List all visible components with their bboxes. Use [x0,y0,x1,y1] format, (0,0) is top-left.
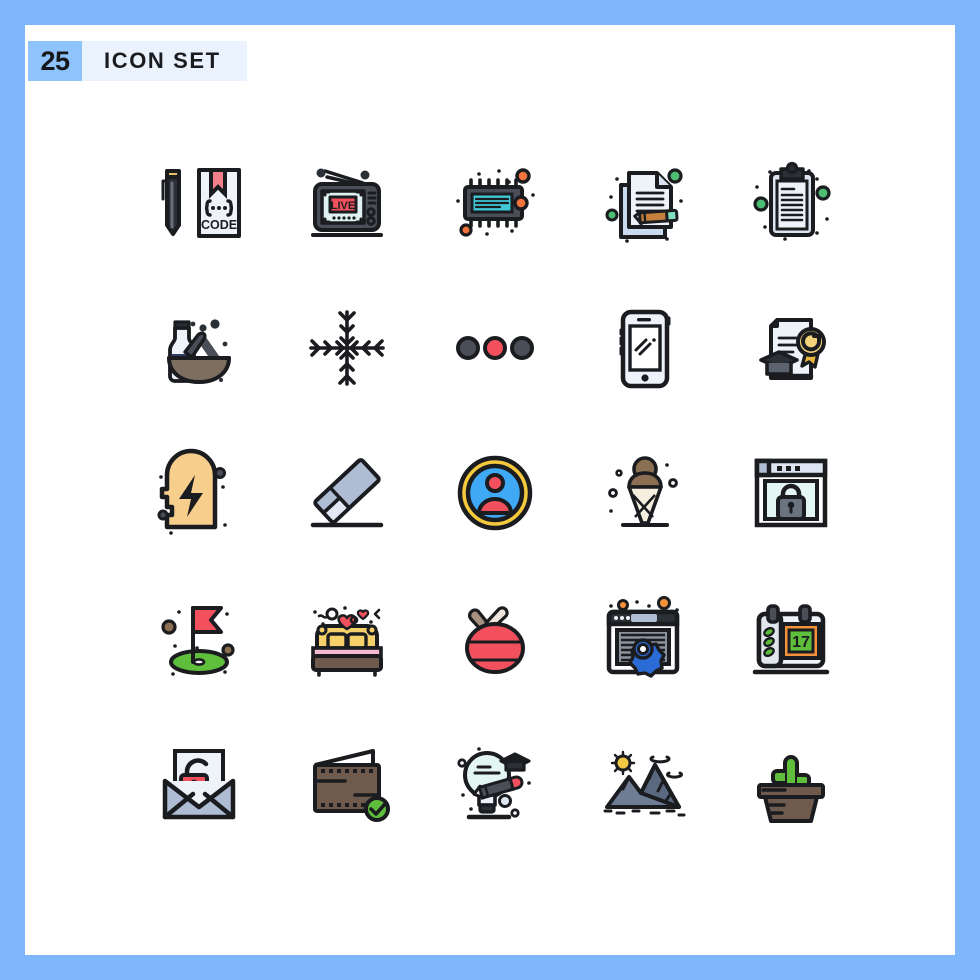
poster-header: 25 ICON SET [28,41,247,81]
icon-cell-table-tennis[interactable] [421,565,569,710]
icon-cell-mountains[interactable] [569,710,717,855]
icon-cell-live-tv[interactable]: LIVE [273,130,421,275]
icon-cell-double-bed[interactable] [273,565,421,710]
icon-cell-eraser[interactable] [273,420,421,565]
icon-cell-diploma[interactable] [717,275,865,420]
icon-cell-browser-settings[interactable] [569,565,717,710]
icon-cell-golf-flag[interactable] [125,565,273,710]
icon-cell-wallet-check[interactable] [273,710,421,855]
icon-grid: CODE LIVE 17 [125,130,865,855]
page-title: ICON SET [104,48,221,73]
icon-cell-cactus-pot[interactable] [717,710,865,855]
icon-cell-idea-education[interactable] [421,710,569,855]
poster-canvas: 25 ICON SET CODE LIVE 17 [25,25,955,955]
svg-text:CODE: CODE [201,218,237,232]
icon-cell-microchip[interactable] [421,130,569,275]
icon-count-badge: 25 [28,41,82,81]
icon-cell-browser-lock[interactable] [717,420,865,565]
icon-cell-document-edit[interactable] [569,130,717,275]
icon-cell-snowflake[interactable] [273,275,421,420]
svg-text:LIVE: LIVE [331,200,355,212]
icon-set-poster: 25 ICON SET CODE LIVE 17 [0,0,980,980]
icon-cell-ice-cream[interactable] [569,420,717,565]
icon-cell-smartphone[interactable] [569,275,717,420]
icon-cell-calendar[interactable]: 17 [717,565,865,710]
icon-cell-user-avatar[interactable] [421,420,569,565]
icon-cell-idea-head[interactable] [125,420,273,565]
calendar-date-label: 17 [792,634,810,651]
icon-cell-code-document[interactable]: CODE [125,130,273,275]
icon-cell-traffic-dots[interactable] [421,275,569,420]
icon-cell-mortar-pestle[interactable] [125,275,273,420]
icon-cell-clipboard[interactable] [717,130,865,275]
icon-cell-mail-unlock[interactable] [125,710,273,855]
